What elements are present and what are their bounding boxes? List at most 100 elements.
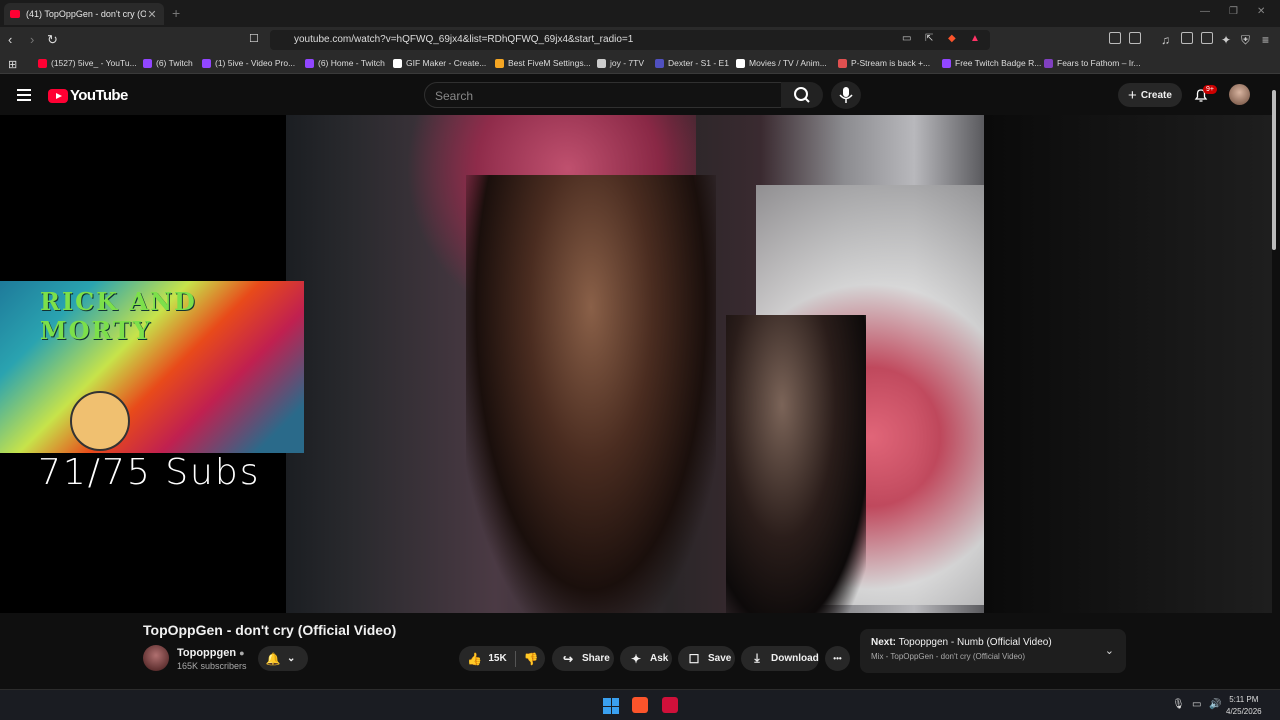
share-button[interactable]: ↪ Share [552, 646, 614, 671]
sidebar-icon[interactable] [1181, 32, 1193, 44]
tab-title: (41) TopOppGen - don't cry (Offi [26, 9, 146, 19]
bookmark-item[interactable]: Dexter - S1 - E1 [655, 58, 729, 68]
bookmark-item[interactable]: joy - 7TV [597, 58, 644, 68]
ask-button[interactable]: ✦ Ask [620, 646, 672, 671]
youtube-favicon-icon [10, 10, 20, 18]
bookmark-item[interactable]: GIF Maker - Create... [393, 58, 486, 68]
player-background [984, 115, 1272, 613]
leo-ai-icon[interactable]: ✦ [1221, 33, 1231, 47]
like-dislike-group: 👍 15K 👎 [459, 646, 545, 671]
subscriber-goal-text: 71/75 Subs [38, 452, 261, 493]
next-up-card[interactable]: Next: Topoppgen - Numb (Official Video) … [860, 629, 1126, 673]
brave-rewards-icon[interactable]: ▲ [970, 33, 980, 44]
voice-search-button[interactable] [831, 81, 861, 109]
clock-date: 4/25/2026 [1226, 707, 1262, 716]
search-button[interactable] [781, 82, 823, 108]
like-count[interactable]: 15K [488, 653, 506, 664]
save-button[interactable]: ☐ Save [678, 646, 735, 671]
browser-tab-bar: (41) TopOppGen - don't cry (Offi ✕ + — ❐… [0, 0, 1280, 27]
account-avatar[interactable] [1229, 84, 1250, 105]
like-icon[interactable]: 👍 [467, 652, 482, 666]
media-icon[interactable]: ♫ [1161, 33, 1170, 47]
bookmark-icon[interactable]: ☐ [249, 32, 259, 45]
bookmark-label: Free Twitch Badge R... [955, 58, 1042, 68]
subscription-bell-button[interactable]: 🔔 ⌄ [258, 646, 308, 671]
divider [514, 650, 516, 667]
verified-check-icon: ● [239, 648, 245, 658]
hamburger-menu-icon[interactable] [17, 89, 31, 101]
bookmark-label: (1527) 5ive_ - YouTu... [51, 58, 137, 68]
extensions-icon[interactable] [1109, 32, 1121, 44]
p-stream-icon [838, 58, 847, 68]
back-icon[interactable]: ‹ [8, 32, 12, 47]
bookmark-label: GIF Maker - Create... [406, 58, 487, 68]
bookmark-item[interactable]: Free Twitch Badge R... [942, 58, 1041, 68]
app-icon[interactable] [662, 697, 678, 713]
youtube-logo[interactable]: YouTube [48, 87, 128, 104]
windows-start-icon[interactable] [603, 698, 619, 714]
bookmark-label: joy - 7TV [610, 58, 645, 68]
network-icon[interactable]: ▭ [1192, 699, 1201, 710]
create-button[interactable]: + Create [1118, 83, 1182, 107]
bookmark-item[interactable]: (6) Home - Twitch [305, 58, 385, 68]
next-label: Next: [871, 637, 897, 648]
minimize-button[interactable]: — [1200, 6, 1210, 17]
dislike-icon[interactable]: 👎 [524, 652, 539, 666]
bookmark-item[interactable]: (6) Twitch [143, 58, 193, 68]
forward-icon[interactable]: › [30, 32, 34, 47]
bookmark-item[interactable]: Best FiveM Settings... [495, 58, 591, 68]
download-button[interactable]: ⤓ Download [741, 646, 819, 671]
browser-tab[interactable]: (41) TopOppGen - don't cry (Offi ✕ [4, 3, 164, 25]
vpn-shield-icon[interactable]: ⛨ [1241, 33, 1250, 48]
channel-name[interactable]: Topoppgen ● [177, 647, 245, 659]
bookmark-item[interactable]: (1) 5ive - Video Pro... [202, 58, 295, 68]
next-title: Topoppgen - Numb (Official Video) [898, 637, 1052, 648]
brave-shields-icon[interactable]: ◆ [948, 33, 956, 44]
bookmark-label: (6) Home - Twitch [318, 58, 385, 68]
chevron-down-icon[interactable]: ⌄ [1105, 644, 1114, 657]
menu-icon[interactable]: ≡ [1262, 33, 1269, 47]
video-player[interactable]: RICK AND MORTY 71/75 Subs [0, 115, 1272, 613]
cast-icon[interactable]: ▭ [902, 33, 911, 44]
wallet-icon[interactable] [1201, 32, 1213, 44]
stream-overlay-image: RICK AND MORTY [0, 281, 304, 453]
bookmark-label: P-Stream is back +... [851, 58, 931, 68]
microphone-tray-icon[interactable]: 🎙 [1172, 699, 1185, 710]
youtube-wordmark: YouTube [70, 87, 128, 104]
bookmark-item[interactable]: Fears to Fathom – Ir... [1044, 58, 1141, 68]
windows-taskbar: 🎙 ▭ 🔊 5:11 PM 4/25/2026 [0, 689, 1280, 720]
address-bar[interactable]: youtube.com/watch?v=hQFWQ_69jx4&list=RDh… [270, 30, 990, 50]
play-icon [736, 58, 745, 68]
maximize-button[interactable]: ❐ [1229, 6, 1238, 17]
search-input[interactable]: Search [424, 82, 782, 108]
bookmark-item[interactable]: Movies / TV / Anim... [736, 58, 827, 68]
bookmark-item[interactable]: (1527) 5ive_ - YouTu... [38, 58, 137, 68]
channel-avatar[interactable] [143, 645, 169, 671]
reload-icon[interactable]: ↻ [47, 32, 58, 48]
download-label: Download [771, 653, 819, 664]
new-tab-button[interactable]: + [172, 5, 180, 21]
video-frame [286, 115, 984, 613]
volume-icon[interactable]: 🔊 [1209, 699, 1221, 710]
more-actions-button[interactable]: ••• [825, 646, 850, 671]
share-page-icon[interactable]: ⇱ [925, 33, 933, 44]
twitch-icon [143, 58, 152, 68]
bell-icon: 🔔 [265, 651, 281, 666]
fears-to-fathom-icon [1044, 58, 1053, 68]
ask-label: Ask [650, 653, 669, 664]
tab-close-icon[interactable]: ✕ [146, 8, 158, 21]
system-clock[interactable]: 5:11 PM 4/25/2026 [1226, 694, 1262, 718]
twitch-icon [202, 58, 211, 68]
brave-browser-icon[interactable] [632, 697, 648, 713]
save-label: Save [708, 653, 732, 664]
apps-grid-icon[interactable]: ⊞ [8, 58, 17, 71]
chevron-down-icon: ⌄ [287, 653, 296, 664]
7tv-icon [597, 58, 606, 68]
bookmark-item[interactable]: P-Stream is back +... [838, 58, 930, 68]
microphone-icon [839, 87, 853, 103]
close-window-button[interactable]: ✕ [1257, 6, 1265, 17]
bookmark-label: (1) 5ive - Video Pro... [215, 58, 296, 68]
page-scrollbar[interactable] [1272, 90, 1276, 250]
screenshot-icon[interactable] [1129, 32, 1141, 44]
twitch-icon [942, 58, 951, 68]
